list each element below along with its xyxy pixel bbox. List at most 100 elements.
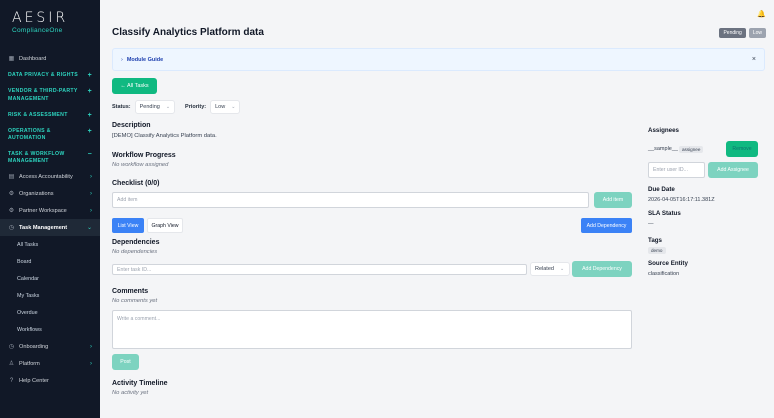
chevron-down-icon: ⌄ (86, 225, 92, 232)
sidebar-subitem-calendar[interactable]: Calendar (0, 270, 100, 287)
section-data-privacy[interactable]: DATA PRIVACY & RIGHTS + (0, 69, 100, 82)
module-guide-toggle[interactable]: Module Guide (127, 57, 163, 63)
sidebar-item-label: Access Accountability (19, 173, 73, 180)
section-risk[interactable]: RISK & ASSESSMENT + (0, 106, 100, 122)
plus-icon: + (87, 111, 92, 119)
assignees-title: Assignees (648, 127, 679, 134)
status-priority-row: Status: Pending ⌄ Priority: Low ⌄ (112, 100, 241, 114)
header-badges: Pending Low (719, 28, 766, 38)
section-label: RISK & ASSESSMENT (8, 111, 68, 118)
sidebar-item-label: Platform (19, 360, 40, 367)
due-date-value: 2026-04-05T16:17:11.381Z (648, 197, 715, 203)
chevron-right-icon: › (90, 207, 92, 214)
sla-status-value: — (648, 221, 654, 227)
sidebar-item-partner-workspace[interactable]: ⚙ Partner Workspace › (0, 202, 100, 219)
chevron-down-icon: ⌄ (231, 104, 236, 110)
module-guide-banner: › Module Guide × (112, 48, 765, 71)
add-dependency-top-button[interactable]: Add Dependency (581, 218, 632, 233)
sla-status-title: SLA Status (648, 210, 681, 217)
clipboard-icon: ▤ (8, 174, 15, 181)
close-icon[interactable]: × (752, 56, 756, 63)
sidebar-item-platform[interactable]: ♙ Platform › (0, 355, 100, 372)
sidebar-item-dashboard[interactable]: ▦ Dashboard (0, 50, 100, 67)
dependency-type-select[interactable]: Related ⌄ (530, 262, 570, 276)
sidebar: AESIR ComplianceOne ▦ Dashboard DATA PRI… (0, 0, 100, 418)
add-assignee-button[interactable]: Add Assignee (708, 162, 758, 178)
gear-icon: ⚙ (8, 208, 15, 215)
tags-title: Tags (648, 237, 662, 244)
brand-logo[interactable]: AESIR ComplianceOne (0, 0, 100, 34)
assignee-name: __sample__ (648, 146, 678, 152)
chevron-down-icon: ⌄ (559, 266, 565, 272)
plus-icon: + (87, 72, 92, 79)
all-tasks-button[interactable]: ← All Tasks (112, 78, 157, 94)
sidebar-item-onboarding[interactable]: ◷ Onboarding › (0, 338, 100, 355)
sidebar-item-organizations[interactable]: ⚙ Organizations › (0, 185, 100, 202)
remove-assignee-button[interactable]: Remove (726, 141, 758, 157)
checklist-input[interactable]: Add item (112, 192, 589, 208)
workflow-title: Workflow Progress (112, 152, 176, 159)
clock-icon: ◷ (8, 344, 15, 351)
page-title: Classify Analytics Platform data (112, 27, 264, 38)
sidebar-subitem-workflows[interactable]: Workflows (0, 321, 100, 338)
clock-icon: ◷ (8, 225, 15, 232)
post-comment-button[interactable]: Post (112, 354, 139, 370)
section-vendor[interactable]: VENDOR & THIRD-PARTY MANAGEMENT + (0, 82, 100, 106)
sidebar-subitem-all-tasks[interactable]: All Tasks (0, 236, 100, 253)
source-entity-title: Source Entity (648, 260, 688, 267)
sidebar-subitem-overdue[interactable]: Overdue (0, 304, 100, 321)
priority-select[interactable]: Low ⌄ (210, 100, 241, 114)
sidebar-nav: ▦ Dashboard DATA PRIVACY & RIGHTS + VENDO… (0, 50, 100, 389)
sidebar-item-access-accountability[interactable]: ▤ Access Accountability › (0, 168, 100, 185)
chevron-down-icon: ⌄ (165, 104, 171, 110)
add-item-button[interactable]: Add item (594, 192, 632, 208)
description-text: [DEMO] Classify Analytics Platform data. (112, 133, 217, 139)
tag-chip: demo (648, 247, 666, 254)
brand-sub: ComplianceOne (12, 27, 63, 34)
list-view-button[interactable]: List View (112, 218, 144, 233)
sidebar-item-label: Help Center (19, 377, 49, 384)
comments-title: Comments (112, 288, 149, 295)
dependency-type-value: Related (535, 266, 554, 272)
sidebar-item-help-center[interactable]: ? Help Center (0, 372, 100, 389)
activity-title: Activity Timeline (112, 380, 168, 387)
status-value: Pending (139, 104, 160, 110)
section-label: VENDOR & THIRD-PARTY MANAGEMENT (8, 88, 78, 102)
chevron-right-icon: › (90, 343, 92, 350)
sidebar-item-label: Onboarding (19, 343, 49, 350)
add-dependency-button[interactable]: Add Dependency (572, 261, 632, 277)
checklist-title: Checklist (0/0) (112, 180, 160, 187)
gear-icon: ⚙ (8, 191, 15, 198)
sidebar-item-label: Organizations (19, 190, 54, 197)
comments-empty: No comments yet (112, 298, 158, 304)
graph-view-button[interactable]: Graph View (147, 218, 183, 233)
section-operations[interactable]: OPERATIONS & AUTOMATION + (0, 122, 100, 146)
dependency-task-input[interactable]: Enter task ID... (112, 264, 527, 275)
status-select[interactable]: Pending ⌄ (134, 100, 176, 114)
chevron-right-icon: › (90, 190, 92, 197)
sidebar-item-label: Dashboard (19, 55, 47, 62)
grid-icon: ▦ (8, 56, 15, 62)
main-content: 🔔 Classify Analytics Platform data Pendi… (100, 0, 774, 418)
section-task-workflow[interactable]: TASK & WORKFLOW MANAGEMENT − (0, 146, 100, 169)
dependencies-empty: No dependencies (112, 249, 158, 255)
comment-textarea[interactable]: Write a comment... (112, 310, 632, 349)
chevron-right-icon: › (121, 56, 123, 63)
section-label: DATA PRIVACY & RIGHTS (8, 72, 78, 78)
dependencies-title: Dependencies (112, 239, 160, 246)
sidebar-subitem-board[interactable]: Board (0, 253, 100, 270)
chevron-right-icon: › (90, 173, 92, 180)
sidebar-item-label: Partner Workspace (19, 207, 67, 214)
priority-label: Priority: (185, 104, 207, 110)
assignee-user-input[interactable]: Enter user ID... (648, 162, 705, 178)
priority-value: Low (215, 104, 226, 110)
sidebar-subitem-my-tasks[interactable]: My Tasks (0, 287, 100, 304)
plus-icon: + (87, 88, 92, 96)
minus-icon: − (87, 150, 92, 158)
chevron-right-icon: › (90, 360, 92, 367)
bell-icon[interactable]: 🔔 (757, 10, 766, 18)
help-icon: ? (9, 377, 14, 384)
plus-icon: + (87, 128, 92, 136)
sidebar-item-task-management[interactable]: ◷ Task Management ⌄ (0, 219, 100, 237)
activity-empty: No activity yet (112, 390, 149, 396)
